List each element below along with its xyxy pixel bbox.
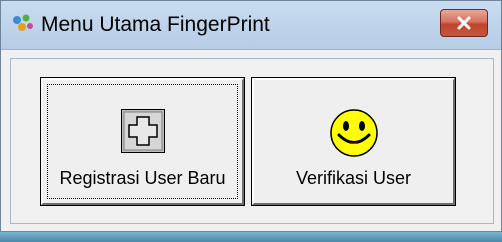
title-bar[interactable]: Menu Utama FingerPrint [1, 1, 501, 50]
close-icon [457, 16, 471, 30]
register-user-button[interactable]: Registrasi User Baru [40, 77, 245, 206]
desktop-background-strip [0, 232, 502, 242]
plus-icon [121, 109, 165, 153]
main-window: Menu Utama FingerPrint Registrasi User B… [0, 0, 502, 232]
smiley-icon [330, 109, 378, 157]
window-title: Menu Utama FingerPrint [41, 13, 270, 36]
client-area: Registrasi User Baru Verifikasi User [10, 58, 494, 224]
close-button[interactable] [440, 9, 488, 37]
verify-user-button[interactable]: Verifikasi User [251, 77, 456, 206]
verify-user-label: Verifikasi User [295, 168, 412, 188]
register-user-label: Registrasi User Baru [59, 168, 226, 188]
fingerprint-app-icon [13, 14, 33, 31]
